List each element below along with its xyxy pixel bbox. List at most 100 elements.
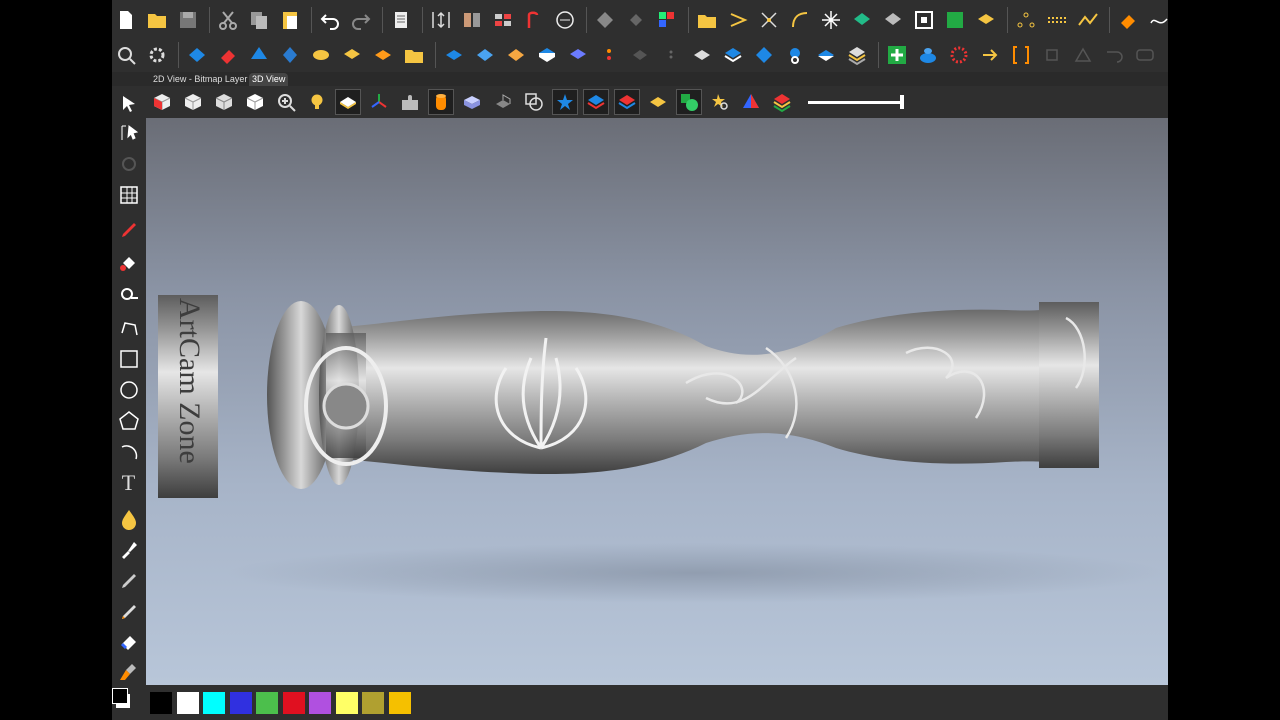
undo-icon[interactable] [316,7,343,34]
trim-icon[interactable] [755,7,782,34]
vector-snap-icon[interactable] [622,7,649,34]
star-burst-icon[interactable] [817,7,844,34]
yellow-relief-icon[interactable] [972,7,999,34]
blue-layer-icon[interactable] [583,89,609,115]
yellow-plane-icon[interactable] [645,89,671,115]
multi-layer-icon[interactable] [843,42,870,69]
red-gear-icon[interactable] [945,42,972,69]
text-tool-icon[interactable]: T [115,469,142,496]
pen-tool-icon[interactable] [520,7,547,34]
pyramid-icon[interactable] [738,89,764,115]
select-arrow-icon[interactable] [115,90,142,117]
primary-secondary-colors[interactable] [112,688,150,718]
orange-eraser-icon[interactable] [1114,7,1141,34]
circle-icon[interactable] [115,376,142,403]
copy-icon[interactable] [245,7,272,34]
bell-icon[interactable] [781,42,808,69]
dim-rect-icon[interactable] [1131,42,1158,69]
dim-square-icon[interactable] [1038,42,1065,69]
swatch-cyan[interactable] [203,692,225,714]
striped-relief-icon[interactable] [502,42,529,69]
rectangle-icon[interactable] [115,345,142,372]
white-relief-icon[interactable] [688,42,715,69]
polyline-tool-icon[interactable] [115,314,142,341]
frame-icon[interactable] [910,7,937,34]
3d-viewport[interactable]: ArtCam Zone [146,118,1168,685]
swatch-red[interactable] [282,692,305,714]
open-folder-icon[interactable] [143,7,170,34]
swatch-olive[interactable] [362,692,384,714]
measure-icon[interactable] [551,7,578,34]
block-icon[interactable] [459,89,485,115]
blue-plane-icon[interactable] [440,42,467,69]
blue-burst-icon[interactable] [552,89,578,115]
redo-icon[interactable] [347,7,374,34]
star-folder-icon[interactable] [400,42,427,69]
dot-orange-icon[interactable] [595,42,622,69]
rainbow-layer-icon[interactable] [769,89,795,115]
blue-relief-icon[interactable] [183,42,210,69]
paint-fill-icon[interactable] [115,249,142,276]
polyline-icon[interactable] [1074,7,1101,34]
polygon-icon[interactable] [115,407,142,434]
tab-3d-view[interactable]: 3D View [249,73,289,86]
swatch-purple[interactable] [309,692,331,714]
view-front-icon[interactable] [180,89,206,115]
red-layer-icon[interactable] [614,89,640,115]
blue-stack-icon[interactable] [719,42,746,69]
grey-relief-icon[interactable] [879,7,906,34]
star-search-icon[interactable] [707,89,733,115]
color-select-icon[interactable] [653,7,680,34]
save-icon[interactable] [174,7,201,34]
swatch-black[interactable] [150,692,172,714]
bracket-icon[interactable] [1007,42,1034,69]
gear-icon[interactable] [143,42,170,69]
swatch-yellow[interactable] [335,692,358,714]
dots-line-icon[interactable] [1043,7,1070,34]
transform-icon[interactable] [115,150,142,177]
white-plane-icon[interactable] [812,42,839,69]
node-edit-icon[interactable] [115,119,142,146]
new-file-icon[interactable] [112,7,139,34]
document-icon[interactable] [387,7,414,34]
arc-icon[interactable] [115,438,142,465]
swatch-green[interactable] [256,692,278,714]
tab-2d-view[interactable]: 2D View - Bitmap Layer [150,73,250,86]
broom-icon[interactable] [115,658,142,685]
slider-thumb[interactable] [900,95,904,109]
layer-icon[interactable] [564,42,591,69]
green-shapes-icon[interactable] [676,89,702,115]
blue-bevel-icon[interactable] [471,42,498,69]
view-side-icon[interactable] [211,89,237,115]
blue-cylinder-icon[interactable] [914,42,941,69]
blue-peak-icon[interactable] [245,42,272,69]
smudge-icon[interactable] [115,536,142,563]
export-arrow-icon[interactable] [976,42,1003,69]
green-grid-icon[interactable] [941,7,968,34]
material-cylinder-icon[interactable] [428,89,454,115]
blue-box-icon[interactable] [533,42,560,69]
wire-block-icon[interactable] [490,89,516,115]
zoom-icon[interactable] [112,42,139,69]
vector-node-icon[interactable] [591,7,618,34]
swatch-blue[interactable] [229,692,252,714]
blue-diamond-icon[interactable] [750,42,777,69]
green-relief-icon[interactable] [848,7,875,34]
resize-model-icon[interactable] [427,7,454,34]
fillet-icon[interactable] [786,7,813,34]
zoom-fit-icon[interactable] [273,89,299,115]
swatch-white[interactable] [176,692,199,714]
chevron-right-icon[interactable] [724,7,751,34]
red-relief-icon[interactable] [214,42,241,69]
puzzle-icon[interactable] [397,89,423,115]
eraser-icon[interactable] [115,627,142,654]
dim-relief-icon[interactable] [626,42,653,69]
brush-icon[interactable] [115,567,142,594]
dim-dots-icon[interactable] [657,42,684,69]
carve-brush-icon[interactable] [115,598,142,625]
light-bulb-icon[interactable] [304,89,330,115]
waffle-icon[interactable] [307,42,334,69]
orange-stack-icon[interactable] [369,42,396,69]
drop-icon[interactable] [115,505,142,532]
view-iso-icon[interactable] [149,89,175,115]
